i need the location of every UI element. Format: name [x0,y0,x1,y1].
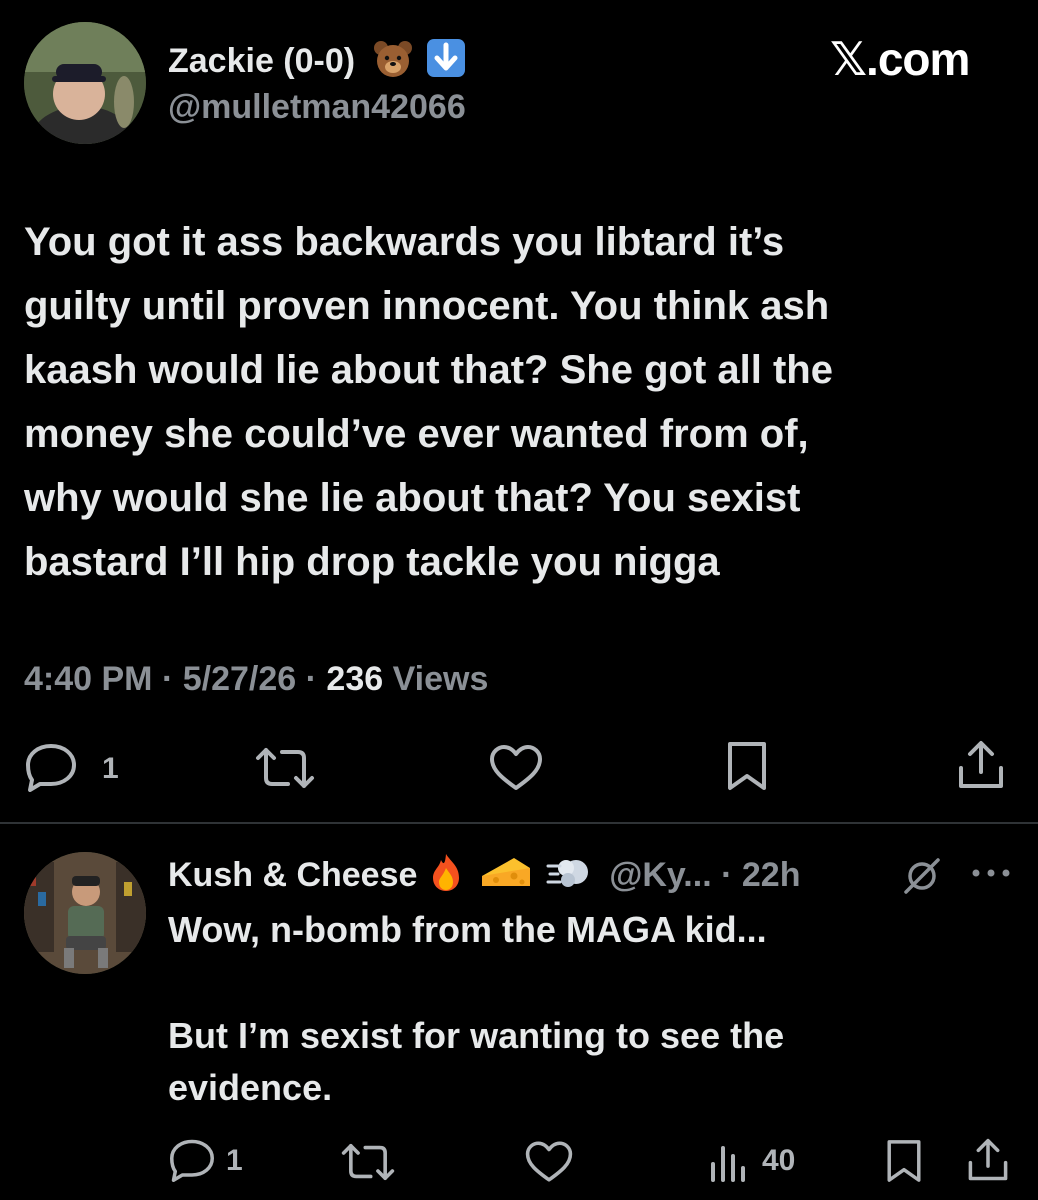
views-label[interactable]: Views [393,660,489,698]
share-icon[interactable] [956,738,1006,792]
author-handle[interactable]: @mulletman42066 [168,88,466,127]
author-avatar[interactable] [24,22,146,144]
grok-icon[interactable] [902,856,942,896]
reply-author-name[interactable]: Kush & Cheese [168,856,417,894]
tweet-line: money she could’ve ever wanted from of, [24,412,809,456]
bear-icon [373,40,413,81]
reply-bookmark-icon[interactable] [884,1138,924,1184]
tweet-meta: 4:40 PM · 5/27/26 · 236 Views [24,660,488,699]
cheese-icon [480,854,532,895]
bookmark-icon[interactable] [724,740,770,792]
tweet-line: guilty until proven innocent. You think … [24,284,830,328]
meta-separator: · [161,660,174,698]
reply-retweet-icon[interactable] [340,1142,396,1182]
reply-views-count: 40 [762,1144,796,1177]
tweet-line: bastard I’ll hip drop tackle you nigga [24,540,720,584]
reply-line: evidence. [168,1067,333,1108]
more-options-icon[interactable] [970,866,1012,880]
reply-reply-icon[interactable] [168,1138,216,1182]
tweet-divider [0,822,1038,824]
reply-author-handle[interactable]: @Ky... [609,856,711,894]
reply-author-line: Kush & Cheese @Ky... · 22h [168,852,800,895]
tweet-time[interactable]: 4:40 PM [24,660,153,698]
retweet-icon[interactable] [254,746,316,790]
down-arrow-icon [426,38,466,81]
x-brand-logo: 𝕏.com [830,33,970,85]
tweet-line: kaash would lie about that? She got all … [24,348,833,392]
tweet-text: You got it ass backwards you libtard it’… [24,210,1024,594]
tweet-line: why would she lie about that? You sexist [24,476,801,520]
reply-age[interactable]: 22h [742,856,801,894]
reply-author-avatar[interactable] [24,852,146,974]
tweet-date[interactable]: 5/27/26 [183,660,296,698]
reply-count: 1 [102,752,119,785]
meta-separator: · [305,660,317,698]
author-name-text[interactable]: Zackie (0-0) [168,42,355,80]
reply-separator: · [721,856,733,894]
reply-share-icon[interactable] [966,1136,1010,1184]
tweet-line: You got it ass backwards you libtard it’… [24,220,785,264]
fire-icon [427,852,465,895]
dash-icon [546,854,592,895]
reply-line: Wow, n-bomb from the MAGA kid... [168,909,767,950]
reply-icon[interactable] [24,742,78,792]
views-icon[interactable] [708,1140,748,1182]
reply-like-icon[interactable] [524,1140,574,1184]
author-display-name[interactable]: Zackie (0-0) [168,38,466,81]
reply-reply-count: 1 [226,1144,243,1177]
like-icon[interactable] [488,744,544,792]
views-count[interactable]: 236 [326,660,383,698]
reply-line: But I’m sexist for wanting to see the [168,1015,785,1056]
